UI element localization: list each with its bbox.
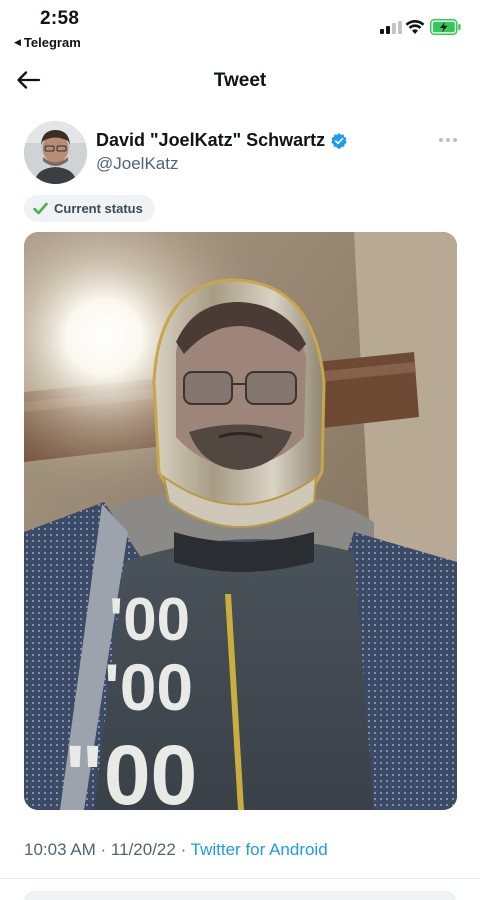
author-handle[interactable]: @JoelKatz xyxy=(96,154,178,174)
author-name[interactable]: David "JoelKatz" Schwartz xyxy=(96,130,348,151)
check-icon xyxy=(33,202,48,215)
shirt-text-1: '00 xyxy=(109,586,190,653)
tweet-timestamp: 10:03 AM · 11/20/22 · xyxy=(24,840,191,859)
back-to-telegram-link[interactable]: ◀ Telegram xyxy=(14,35,81,50)
status-time: 2:58 xyxy=(40,8,80,29)
tweet-meta: 10:03 AM · 11/20/22 · Twitter for Androi… xyxy=(24,840,328,860)
top-nav: Tweet xyxy=(0,58,480,104)
wifi-icon xyxy=(405,19,425,34)
author-display-name: David "JoelKatz" Schwartz xyxy=(96,130,326,150)
shirt-text-3: "00 xyxy=(64,728,197,810)
verified-badge-icon xyxy=(331,132,347,149)
back-app-label: Telegram xyxy=(23,35,81,50)
status-label: Current status xyxy=(54,201,143,216)
status-bar: 2:58 ◀ Telegram xyxy=(0,0,480,56)
battery-charging-icon xyxy=(430,19,461,35)
signal-icon xyxy=(380,21,402,34)
back-triangle-icon: ◀ xyxy=(14,37,21,47)
reply-bar[interactable] xyxy=(24,891,456,900)
tweet-source-link[interactable]: Twitter for Android xyxy=(191,840,328,859)
shirt-text-2: '00 xyxy=(104,650,193,724)
tweet-photo[interactable]: '00 '00 "00 xyxy=(24,232,457,810)
page-title: Tweet xyxy=(213,70,267,91)
more-horizontal-icon[interactable] xyxy=(436,128,460,152)
divider xyxy=(0,878,480,879)
current-status-badge[interactable]: Current status xyxy=(24,195,155,222)
avatar[interactable] xyxy=(24,121,87,184)
